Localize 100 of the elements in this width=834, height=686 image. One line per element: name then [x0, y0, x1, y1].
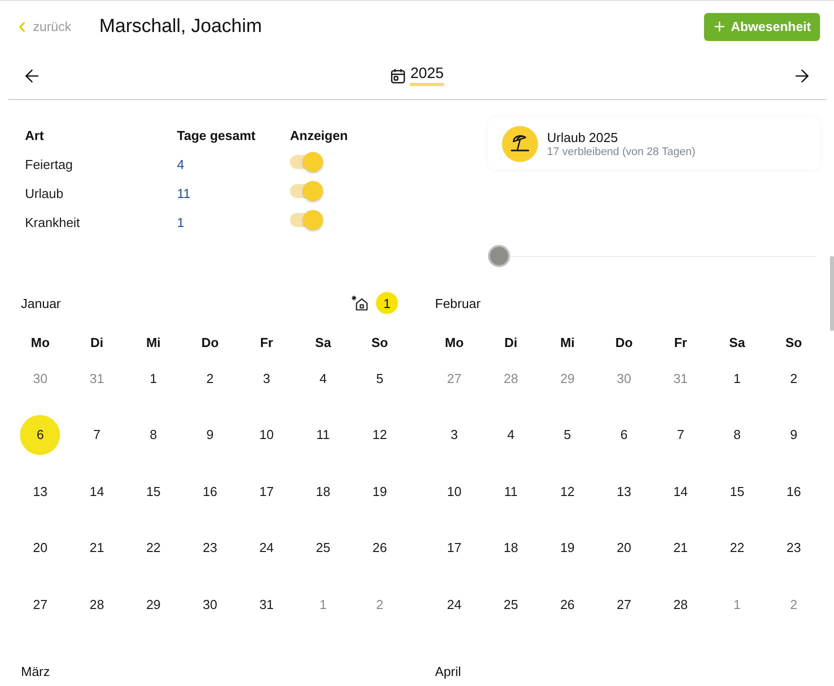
calendar-day[interactable]: 17: [246, 471, 287, 511]
calendar-day[interactable]: 14: [660, 471, 701, 511]
beach-umbrella-icon: [502, 126, 538, 162]
calendar-day[interactable]: 7: [660, 414, 701, 454]
calendar-day[interactable]: 19: [547, 528, 588, 568]
calendar-day[interactable]: 22: [133, 528, 174, 568]
weekday-label: Di: [90, 334, 104, 350]
calendar-day[interactable]: 21: [660, 528, 701, 568]
calendar-day[interactable]: 2: [774, 358, 814, 398]
calendar-day[interactable]: 8: [717, 414, 758, 454]
calendar-day[interactable]: 4: [490, 414, 531, 454]
column-header: Art: [25, 128, 45, 143]
weekday-label: Do: [615, 334, 633, 350]
calendar-day[interactable]: 20: [20, 528, 60, 568]
calendar-day[interactable]: 17: [434, 528, 474, 568]
total-days: 1: [177, 215, 290, 230]
calendar-day[interactable]: 5: [360, 358, 400, 398]
calendar-day[interactable]: 1: [717, 358, 758, 398]
calendar-day[interactable]: 13: [20, 471, 60, 511]
calendar-day[interactable]: 9: [190, 414, 230, 454]
calendar-day[interactable]: 20: [604, 528, 644, 568]
calendar-day[interactable]: 24: [434, 584, 474, 624]
show-toggle[interactable]: [290, 180, 325, 202]
absence-type: Feiertag: [25, 157, 74, 172]
calendar-day[interactable]: 31: [246, 584, 287, 624]
calendar-day[interactable]: 18: [303, 471, 344, 511]
page-title: Marschall, Joachim: [99, 16, 262, 38]
calendar-day[interactable]: 7: [76, 414, 117, 454]
column-header: Anzeigen: [290, 128, 349, 143]
calendar-day[interactable]: 3: [246, 358, 287, 398]
calendar-day[interactable]: 22: [717, 528, 758, 568]
holiday-count-badge: 1: [376, 292, 398, 314]
calendar-day[interactable]: 25: [490, 584, 531, 624]
slider-thumb[interactable]: [488, 245, 510, 267]
calendar-day[interactable]: 24: [246, 528, 287, 568]
calendar-day[interactable]: 16: [190, 471, 230, 511]
weekday-label: So: [371, 334, 388, 350]
calendar-day[interactable]: 23: [190, 528, 230, 568]
calendar-day[interactable]: 26: [547, 584, 588, 624]
calendar-day[interactable]: 10: [434, 471, 474, 511]
weekday-label: Di: [504, 334, 518, 350]
month-title: Januar: [21, 296, 61, 310]
column-header: Tage gesamt: [177, 128, 257, 143]
calendar-day[interactable]: 23: [774, 528, 814, 568]
show-toggle[interactable]: [290, 209, 325, 231]
card-title: Urlaub 2025: [547, 130, 619, 144]
total-days: 4: [177, 157, 290, 172]
calendar-day[interactable]: 5: [547, 414, 588, 454]
total-days: 11: [177, 186, 290, 201]
calendar-day[interactable]: 26: [360, 528, 400, 568]
calendar-day[interactable]: 14: [76, 471, 117, 511]
weekday-label: Fr: [260, 334, 274, 350]
calendar-day[interactable]: 1: [133, 358, 174, 398]
calendar-day[interactable]: 25: [303, 528, 344, 568]
calendar-day[interactable]: 21: [76, 528, 117, 568]
calendar-day[interactable]: 28: [76, 584, 117, 624]
calendar-day[interactable]: 6: [604, 414, 644, 454]
weekday-label: Mo: [30, 334, 50, 350]
calendar-day[interactable]: 9: [774, 414, 814, 454]
calendar-day[interactable]: 30: [190, 584, 230, 624]
calendar-icon: [390, 68, 406, 84]
weekday-label: Sa: [729, 334, 746, 350]
calendar-day[interactable]: 11: [490, 471, 531, 511]
calendar-day[interactable]: 4: [303, 358, 344, 398]
weekday-label: Mi: [560, 334, 575, 350]
calendar-day[interactable]: 10: [246, 414, 287, 454]
weekday-label: Mo: [444, 334, 464, 350]
calendar-day[interactable]: 15: [133, 471, 174, 511]
calendar-day[interactable]: 2: [190, 358, 230, 398]
weekday-label: Do: [201, 334, 219, 350]
calendar-day[interactable]: 11: [303, 414, 344, 454]
weekday-label: Sa: [315, 334, 332, 350]
calendar-day[interactable]: 6: [20, 414, 60, 454]
calendar-day[interactable]: 13: [604, 471, 644, 511]
calendar-day[interactable]: 27: [20, 584, 60, 624]
year-picker[interactable]: 2025: [410, 65, 444, 86]
scrollbar-thumb[interactable]: [830, 256, 834, 331]
calendar-day[interactable]: 18: [490, 528, 531, 568]
weekday-label: So: [785, 334, 802, 350]
month-title: März: [21, 664, 50, 678]
house-sparkle-icon: [351, 295, 368, 311]
month-title: April: [435, 664, 462, 678]
calendar-day[interactable]: 27: [604, 584, 644, 624]
show-toggle[interactable]: [290, 151, 325, 173]
absence-type: Krankheit: [25, 215, 81, 230]
calendar-day[interactable]: 29: [133, 584, 174, 624]
weekday-label: Fr: [674, 334, 688, 350]
absence-type: Urlaub: [25, 186, 64, 201]
calendar-day[interactable]: 8: [133, 414, 174, 454]
calendar-day[interactable]: 3: [434, 414, 474, 454]
card-subtitle: 17 verbleibend (von 28 Tagen): [547, 146, 696, 158]
month-title: Februar: [435, 296, 481, 310]
plus-icon: [712, 19, 727, 34]
calendar-day[interactable]: 12: [360, 414, 400, 454]
calendar-day[interactable]: 28: [660, 584, 701, 624]
weekday-label: Mi: [146, 334, 161, 350]
calendar-day[interactable]: 12: [547, 471, 588, 511]
calendar-day[interactable]: 16: [774, 471, 814, 511]
calendar-day[interactable]: 19: [360, 471, 400, 511]
calendar-day[interactable]: 15: [717, 471, 758, 511]
